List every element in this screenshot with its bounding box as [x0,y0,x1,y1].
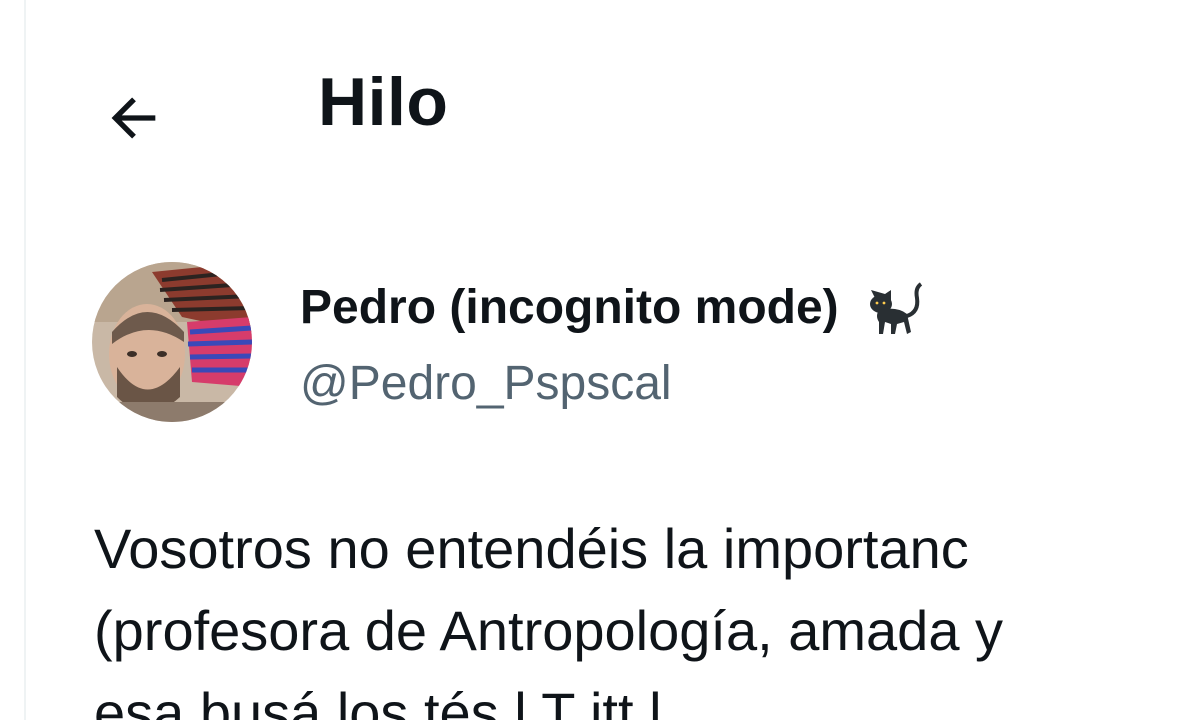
page-title: Hilo [318,64,449,140]
tweet-author-row: Pedro (incognito mode) @Pedro_Pspscal [0,250,1200,440]
arrow-left-icon [111,97,156,139]
thread-header: Hilo [0,40,1200,180]
tweet-text-line: Vosotros no entendéis la importanc [94,517,969,580]
tweet-text-line: (profesora de Antropología, amada y [94,599,1004,662]
tweet-text-line: esa busá los tés l T itt l [94,681,662,720]
avatar[interactable] [92,262,252,422]
avatar-image [92,262,252,422]
author-handle[interactable]: @Pedro_Pspscal [300,360,672,408]
black-cat-icon [869,282,922,334]
back-button[interactable] [92,76,176,160]
thread-page: Hilo Pedro (incognito mode) @Pedro_Pspsc… [0,0,1200,720]
display-name-row: Pedro (incognito mode) [300,272,929,344]
tweet-text: Vosotros no entendéis la importanc (prof… [94,508,1200,720]
author-display-name[interactable]: Pedro (incognito mode) [300,284,839,332]
